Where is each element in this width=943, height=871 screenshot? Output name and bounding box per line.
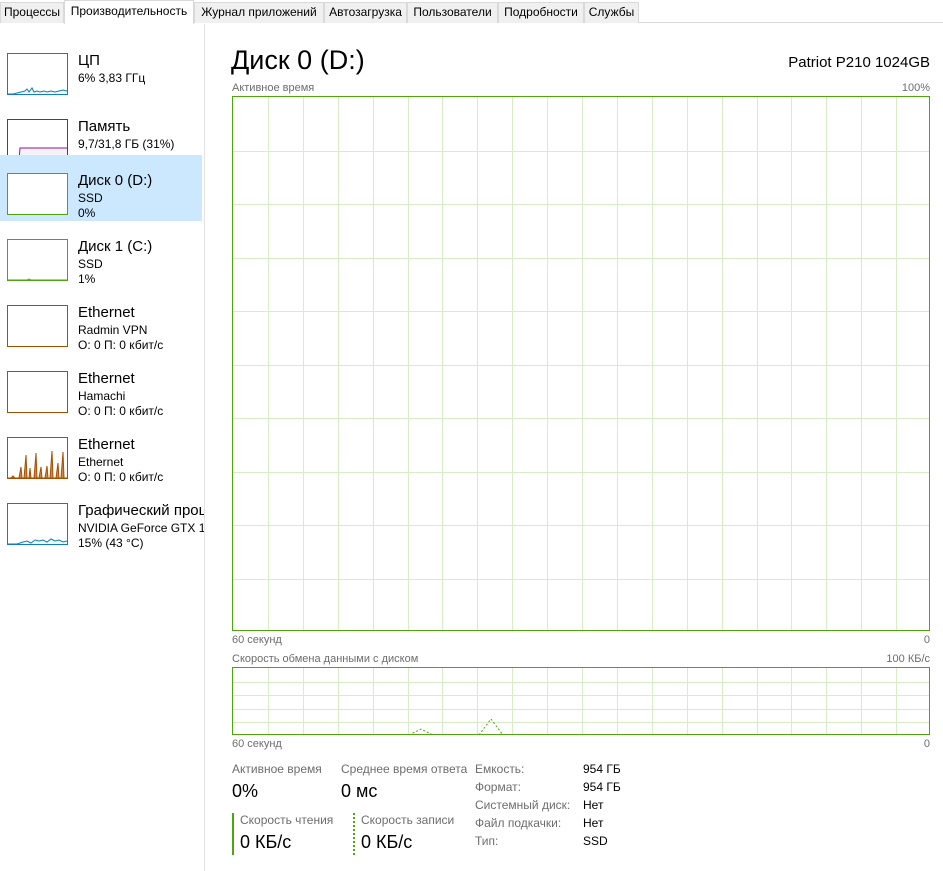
response-time-value: 0 мс [341,781,378,801]
disk-0-thumbnail-graph [7,173,68,215]
active-time-value: 0% [232,781,259,801]
read-speed-value: 0 КБ/с [240,832,292,852]
format-label: Формат: [475,780,521,794]
cpu-thumbnail-graph [7,53,68,95]
memory-title: Память [78,118,131,135]
sidebar-item-gpu[interactable]: Графический процессор 0 NVIDIA GeForce G… [0,485,205,551]
transfer-graph-span: 60 секунд [232,738,282,750]
tab-bar: Процессы Производительность Журнал прило… [0,0,943,24]
active-time-graph-label: Активное время [232,82,315,94]
active-time-graph-span: 60 секунд [232,634,282,646]
system-disk-value: Нет [583,798,604,812]
sidebar-item-cpu[interactable]: ЦП 6% 3,83 ГГц [0,35,202,101]
ethernet-thumbnail-graph [7,437,68,479]
page-title: Диск 0 (D:) [231,45,365,75]
sidebar-item-disk-0[interactable]: Диск 0 (D:) SSD 0% [0,155,202,221]
write-speed-blip [409,728,433,734]
sidebar-item-ethernet-radmin[interactable]: Ethernet Radmin VPN О: 0 П: 0 кбит/с [0,287,202,353]
capacity-label: Емкость: [475,762,525,776]
ethernet-adapter: Ethernet [78,455,124,469]
disk-type-value: SSD [583,834,608,848]
ethernet-radmin-speed: О: 0 П: 0 кбит/с [78,338,164,352]
disk-0-usage: 0% [78,206,96,220]
disk-0-title: Диск 0 (D:) [78,172,153,189]
ethernet-hamachi-title: Ethernet [78,370,135,387]
format-value: 954 ГБ [583,780,621,794]
transfer-graph-max: 100 КБ/с [886,653,930,665]
tab-details[interactable]: Подробности [498,2,584,23]
sidebar-item-ethernet[interactable]: Ethernet Ethernet О: 0 П: 0 кбит/с [0,419,202,485]
sidebar-item-ethernet-hamachi[interactable]: Ethernet Hamachi О: 0 П: 0 кбит/с [0,353,202,419]
disk-1-usage: 1% [78,272,96,286]
disk-0-type: SSD [78,191,103,205]
system-disk-label: Системный диск: [475,798,571,812]
gpu-model: NVIDIA GeForce GTX 1070 [78,521,205,535]
write-speed-label: Скорость записи [361,813,455,827]
ethernet-hamachi-thumbnail-graph [7,371,68,413]
ethernet-radmin-adapter: Radmin VPN [78,323,148,337]
response-time-label: Среднее время ответа [341,762,468,776]
tab-services[interactable]: Службы [584,2,639,23]
write-speed-blip [479,718,503,734]
tab-app-history[interactable]: Журнал приложений [194,2,324,23]
ethernet-hamachi-speed: О: 0 П: 0 кбит/с [78,404,164,418]
ethernet-hamachi-adapter: Hamachi [78,389,126,403]
cpu-title: ЦП [78,52,100,69]
ethernet-radmin-title: Ethernet [78,304,135,321]
active-time-graph-max: 100% [901,82,930,94]
active-time-label: Активное время [232,762,322,776]
transfer-graph-zero: 0 [923,738,930,750]
gpu-title: Графический процессор 0 [78,502,205,519]
sidebar-item-disk-1[interactable]: Диск 1 (C:) SSD 1% [0,221,202,287]
gpu-usage: 15% (43 °C) [78,536,144,550]
capacity-value: 954 ГБ [583,762,621,776]
transfer-graph-label: Скорость обмена данными с диском [232,653,419,665]
memory-usage: 9,7/31,8 ГБ (31%) [78,137,175,151]
read-speed-legend-line [232,813,234,855]
tab-users[interactable]: Пользователи [407,2,498,23]
write-speed-value: 0 КБ/с [361,832,413,852]
resource-sidebar: ЦП 6% 3,83 ГГц Память 9,7/31,8 ГБ (31%) … [0,24,205,871]
disk-1-title: Диск 1 (C:) [78,238,153,255]
tab-performance[interactable]: Производительность [64,0,194,24]
cpu-usage: 6% 3,83 ГГц [78,71,146,85]
write-speed-legend-line [353,813,355,855]
transfer-rate-graph [232,667,930,735]
tab-startup[interactable]: Автозагрузка [324,2,407,23]
ethernet-title: Ethernet [78,436,135,453]
page-file-label: Файл подкачки: [475,816,562,830]
ethernet-speed: О: 0 П: 0 кбит/с [78,470,164,484]
disk-1-type: SSD [78,257,103,271]
tab-processes[interactable]: Процессы [0,2,64,23]
disk-type-label: Тип: [475,834,499,848]
disk-model: Patriot P210 1024GB [788,54,930,71]
page-file-value: Нет [583,816,604,830]
active-time-graph [232,96,930,631]
active-time-graph-zero: 0 [923,634,930,646]
read-speed-label: Скорость чтения [240,813,334,827]
gpu-thumbnail-graph [7,503,68,545]
ethernet-radmin-thumbnail-graph [7,305,68,347]
disk-1-thumbnail-graph [7,239,68,281]
